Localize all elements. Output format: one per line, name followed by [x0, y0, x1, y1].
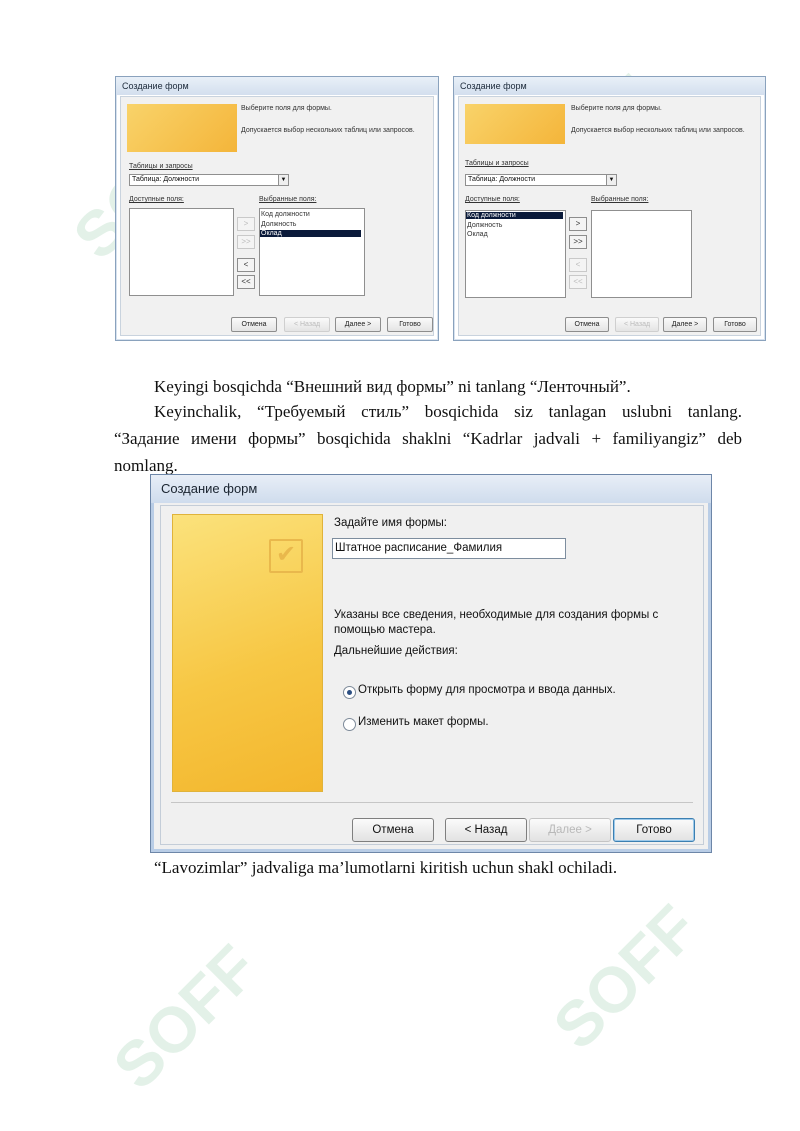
move-one-right-button[interactable]: > — [569, 217, 587, 231]
table-select[interactable]: Таблица: Должности ▼ — [465, 174, 617, 186]
finish-button[interactable]: Готово — [613, 818, 695, 842]
cancel-button[interactable]: Отмена — [565, 317, 609, 332]
dialog-title: Создание форм — [116, 77, 438, 95]
back-button[interactable]: < Назад — [284, 317, 330, 332]
next-button[interactable]: Далее > — [335, 317, 381, 332]
move-all-right-button[interactable]: >> — [237, 235, 255, 249]
modify-layout-radio[interactable] — [343, 718, 356, 731]
cancel-button[interactable]: Отмена — [352, 818, 434, 842]
list-item[interactable]: Оклад — [260, 230, 361, 237]
selected-fields-label: Выбранные поля: — [591, 196, 649, 203]
chevron-down-icon[interactable]: ▼ — [606, 175, 616, 185]
form-name-prompt: Задайте имя формы: — [334, 517, 447, 529]
list-item[interactable]: Оклад — [467, 231, 488, 238]
paragraph: Keyingi bosqichda “Внешний вид формы” ni… — [154, 377, 631, 396]
hint-text: Допускается выбор нескольких таблиц или … — [241, 127, 415, 134]
list-item[interactable]: Должность — [261, 221, 296, 228]
paragraph-line: “Задание имени формы” bosqichida shaklni… — [114, 429, 742, 448]
hint-text: Выберите поля для формы. — [571, 105, 662, 112]
paragraph-line: Keyinchalik, “Требуемый стиль” bosqichid… — [154, 402, 742, 421]
selected-fields-label: Выбранные поля: — [259, 196, 317, 203]
dialog-title: Создание форм — [151, 475, 711, 503]
info-text: помощью мастера. — [334, 624, 436, 636]
table-select[interactable]: Таблица: Должности ▼ — [129, 174, 289, 186]
info-text: Указаны все сведения, необходимые для со… — [334, 609, 659, 621]
selected-fields-list[interactable] — [591, 210, 692, 298]
list-item[interactable]: Должность — [467, 222, 502, 229]
open-form-option-label[interactable]: Открыть форму для просмотра и ввода данн… — [358, 684, 616, 696]
list-item[interactable]: Код должности — [466, 212, 563, 219]
form-name-input[interactable]: Штатное расписание_Фамилия — [332, 538, 566, 559]
field-selection-dialog-right: Создание форм Выберите поля для формы. Д… — [453, 76, 766, 341]
back-button[interactable]: < Назад — [445, 818, 527, 842]
divider — [171, 802, 693, 803]
tables-label: Таблицы и запросы — [465, 160, 529, 167]
move-all-left-button[interactable]: << — [569, 275, 587, 289]
next-button[interactable]: Далее > — [663, 317, 707, 332]
form-name-dialog: Создание форм ✔ Задайте имя формы: Штатн… — [150, 474, 712, 853]
list-item[interactable]: Код должности — [261, 211, 310, 218]
finish-button[interactable]: Готово — [387, 317, 433, 332]
back-button[interactable]: < Назад — [615, 317, 659, 332]
finish-button[interactable]: Готово — [713, 317, 757, 332]
field-selection-dialog-left: Создание форм Выберите поля для формы. Д… — [115, 76, 439, 341]
cancel-button[interactable]: Отмена — [231, 317, 277, 332]
modify-layout-option-label[interactable]: Изменить макет формы. — [358, 716, 489, 728]
next-button[interactable]: Далее > — [529, 818, 611, 842]
table-select-value: Таблица: Должности — [132, 176, 200, 183]
checkmark-icon: ✔ — [269, 539, 303, 573]
move-one-left-button[interactable]: < — [569, 258, 587, 272]
move-all-left-button[interactable]: << — [237, 275, 255, 289]
wizard-illustration — [465, 104, 565, 144]
available-fields-label: Доступные поля: — [465, 196, 520, 203]
available-fields-label: Доступные поля: — [129, 196, 184, 203]
available-fields-list[interactable] — [129, 208, 234, 296]
watermark: SOFF — [539, 891, 712, 1063]
move-one-right-button[interactable]: > — [237, 217, 255, 231]
move-all-right-button[interactable]: >> — [569, 235, 587, 249]
paragraph: Keyinchalik, “Требуемый стиль” bosqichid… — [114, 398, 742, 479]
open-form-radio[interactable] — [343, 686, 356, 699]
table-select-value: Таблица: Должности — [468, 176, 536, 183]
next-actions-label: Дальнейшие действия: — [334, 645, 458, 657]
tables-label: Таблицы и запросы — [129, 163, 193, 170]
hint-text: Допускается выбор нескольких таблиц или … — [571, 127, 745, 134]
chevron-down-icon[interactable]: ▼ — [278, 175, 288, 185]
hint-text: Выберите поля для формы. — [241, 105, 332, 112]
paragraph: “Lavozimlar” jadvaliga ma’lumotlarni kir… — [154, 858, 618, 877]
wizard-illustration — [127, 104, 237, 152]
wizard-illustration: ✔ — [172, 514, 323, 792]
dialog-title: Создание форм — [454, 77, 765, 95]
move-one-left-button[interactable]: < — [237, 258, 255, 272]
available-fields-list[interactable]: Код должности Должность Оклад — [465, 210, 566, 298]
watermark: SOFF — [99, 931, 272, 1103]
selected-fields-list[interactable]: Код должности Должность Оклад — [259, 208, 365, 296]
